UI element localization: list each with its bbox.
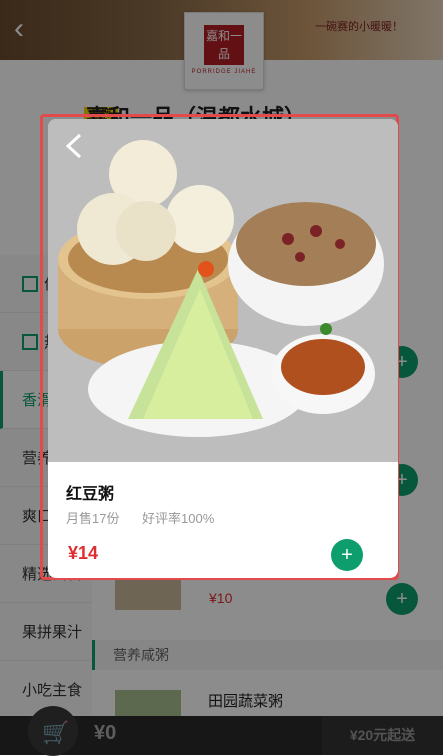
dish-price: ¥14 [68, 543, 99, 563]
rating: 好评率100% [142, 511, 215, 526]
dish-photo [48, 119, 398, 462]
monthly-sales: 月售17份 [66, 511, 120, 526]
dish-name: 红豆粥 [66, 486, 115, 503]
dish-detail-card: 红豆粥 月售17份 好评率100% ¥14 + [48, 119, 398, 578]
chevron-left-icon[interactable] [62, 133, 88, 159]
add-to-cart-button[interactable]: + [331, 539, 363, 571]
